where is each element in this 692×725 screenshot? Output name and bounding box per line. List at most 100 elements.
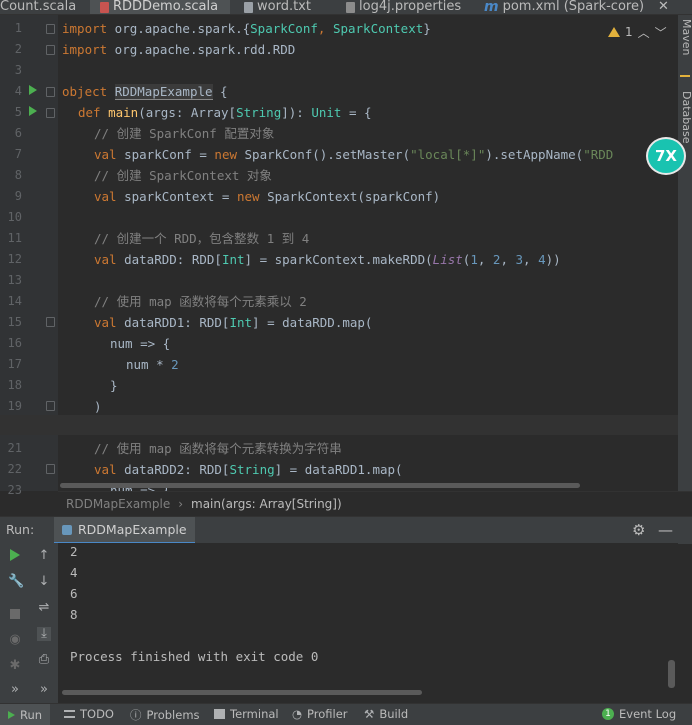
problems-tool-button[interactable]: ⓘ Problems [130,707,200,723]
editor-tab-bar: Count.scala RDDDemo.scala word.txt log4j… [0,0,692,15]
line-number: 18 [7,378,22,392]
text-file-icon [244,1,253,13]
run-gutter-icon[interactable] [29,85,37,95]
soft-wrap-icon[interactable]: ⇌ [37,601,51,615]
chevron-down-icon[interactable]: ﹀ [655,24,667,41]
rerun-icon[interactable] [10,549,20,561]
play-icon [8,710,15,719]
output-line: 4 [70,565,78,580]
line-number: 10 [7,210,22,224]
line-number: 9 [14,189,22,203]
tab-count-scala[interactable]: Count.scala [0,0,86,14]
code-line-2: import org.apache.spark.rdd.RDD [62,42,296,57]
list-icon [64,710,75,718]
code-line-19: ) [94,399,102,414]
tab-log4j-properties[interactable]: log4j.properties [346,0,472,14]
tab-word-txt[interactable]: word.txt [244,0,334,14]
breadcrumb-item-method[interactable]: main(args: Array[String]) [191,497,342,511]
line-number: 2 [14,42,22,56]
chevron-up-icon[interactable]: ︿ [638,24,650,41]
line-number: 7 [14,147,22,161]
wrench-icon[interactable]: 🔧 [8,575,24,589]
line-number: 5 [14,105,22,119]
fold-icon[interactable] [46,317,55,327]
scala-file-icon [100,1,109,13]
code-line-4: object RDDMapExample { [62,84,228,100]
code-line-21: // 使用 map 函数将每个元素转换为字符串 [94,441,342,456]
build-tool-label: Build [379,707,409,721]
scroll-to-end-icon[interactable]: ⤓ [37,627,51,641]
code-line-9: val sparkContext = new SparkContext(spar… [94,189,441,204]
fold-icon[interactable] [46,87,55,97]
gear-icon[interactable]: ⚙ [632,521,645,539]
fold-icon[interactable] [46,464,55,474]
print-icon[interactable]: ⎙ [37,653,51,667]
database-tool-button[interactable]: Database [680,91,692,144]
code-line-17: num * 2 [126,357,179,372]
properties-file-icon [346,1,355,13]
console-output[interactable]: 2 4 6 8 Process finished with exit code … [58,543,678,703]
profiler-tool-button[interactable]: ◔ Profiler [292,707,348,721]
breadcrumb-item-object[interactable]: RDDMapExample [66,497,170,511]
run-toolbar-right: ↑ ↓ ⇌ ⤓ ⎙ » [29,543,59,703]
more-icon[interactable]: » [8,683,22,697]
process-finished-text: Process finished with exit code 0 [70,649,319,664]
camera-icon[interactable]: ◉ [8,633,22,647]
todo-tool-button[interactable]: TODO [64,707,114,721]
code-line-7: val sparkConf = new SparkConf().setMaste… [94,147,614,162]
tab-pom-xml[interactable]: m pom.xml (Spark-core) [484,0,644,15]
fold-icon[interactable] [46,401,55,411]
profiler-icon: ◔ [292,707,303,721]
scroll-marker [680,75,690,77]
terminal-tool-button[interactable]: Terminal [214,707,279,721]
line-number: 8 [14,168,22,182]
run-tool-label: Run [20,707,43,722]
run-toolbar-left: 🔧 ◉ ✱ » [0,543,29,703]
line-number: 3 [14,63,22,77]
event-log-button[interactable]: 1 Event Log [602,707,676,721]
maven-tool-button[interactable]: Maven [680,19,692,55]
tab-label: word.txt [257,0,311,14]
run-gutter-icon[interactable] [29,106,37,116]
line-number: 1 [14,21,22,35]
run-panel-header: Run: RDDMapExample ⚙ — [0,516,692,544]
code-line-6: // 创建 SparkConf 配置对象 [94,126,275,141]
tab-rdddemo-scala[interactable]: RDDDemo.scala [90,0,230,14]
warning-icon [608,27,620,37]
build-tool-button[interactable]: ⚒ Build [364,707,408,721]
maven-file-icon: m [484,0,499,15]
editor-horizontal-scrollbar[interactable] [60,483,580,488]
code-line-16: num => { [110,336,171,351]
code-line-5: def main(args: Array[String]): Unit = { [78,105,372,120]
fold-icon[interactable] [46,24,55,34]
output-line: 8 [70,607,78,622]
arrow-up-icon[interactable]: ↑ [37,549,51,563]
more-icon[interactable]: » [37,683,51,697]
arrow-down-icon[interactable]: ↓ [37,575,51,589]
line-number: 23 [7,483,22,497]
run-config-icon [62,524,72,535]
console-horizontal-scrollbar[interactable] [62,690,422,695]
console-vertical-scrollbar[interactable] [668,660,675,688]
stop-icon[interactable] [10,609,20,619]
code-line-15: val dataRDD1: RDD[Int] = dataRDD.map( [94,315,373,330]
code-editor[interactable]: import org.apache.spark.{SparkConf, Spar… [58,15,678,491]
fold-icon[interactable] [46,45,55,55]
event-log-label: Event Log [619,707,677,721]
floating-avatar-badge[interactable]: 7X [646,137,686,175]
fold-icon[interactable] [46,108,55,118]
line-number: 15 [7,315,22,329]
tab-label: log4j.properties [359,0,462,14]
settings-icon[interactable]: ✱ [8,659,22,673]
line-number: 4 [14,84,22,98]
output-line: 2 [70,544,78,559]
code-line-8: // 创建 SparkContext 对象 [94,168,272,183]
run-tool-button[interactable]: Run [0,704,51,725]
line-number: 21 [7,441,22,455]
inspection-widget[interactable]: 1 ︿ ﹀ [608,24,678,40]
code-line-14: // 使用 map 函数将每个元素乘以 2 [94,294,307,309]
line-number: 11 [7,231,22,245]
minimize-icon[interactable]: — [658,521,673,539]
run-config-tab[interactable]: RDDMapExample [54,517,195,544]
tab-close-icon[interactable]: ✕ [658,0,670,14]
